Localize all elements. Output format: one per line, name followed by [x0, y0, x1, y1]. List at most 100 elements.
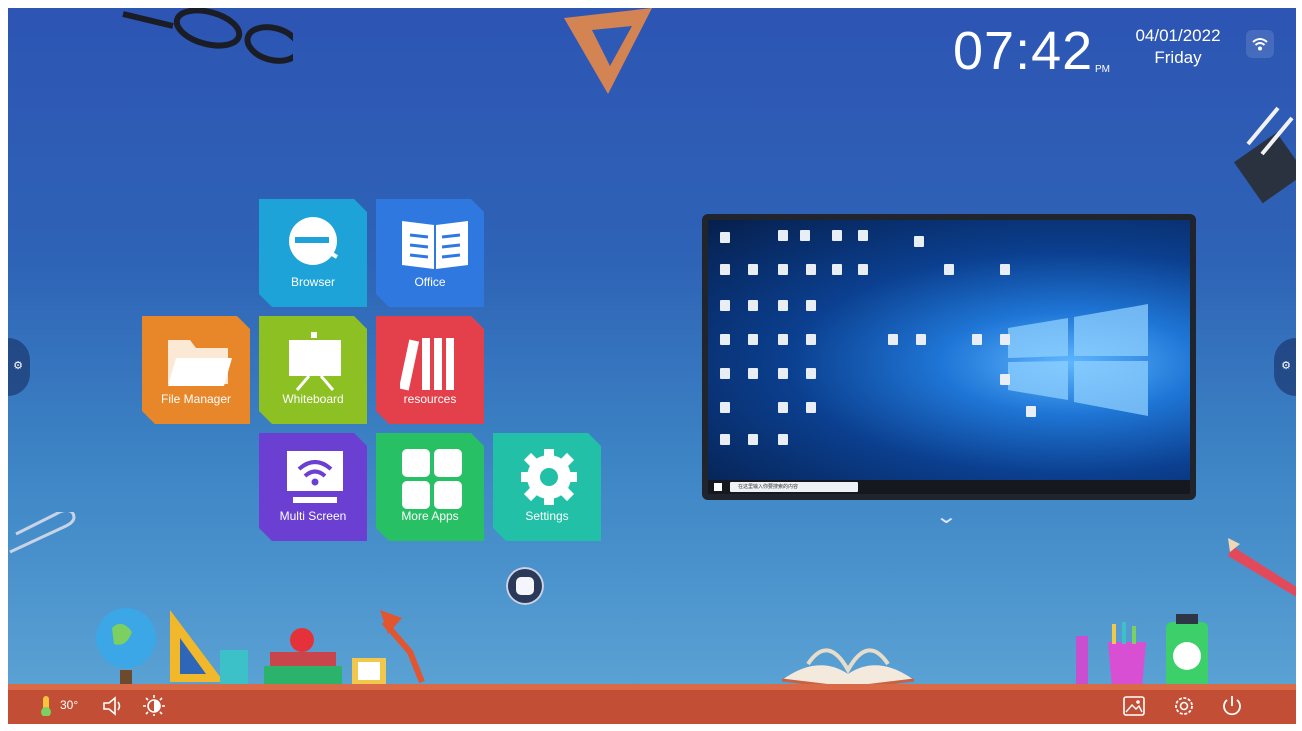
- pc-preview-window[interactable]: 在这里输入你要搜索的内容: [702, 214, 1196, 500]
- app-label: Office: [414, 275, 446, 289]
- folder-icon: [168, 340, 232, 386]
- app-label: Browser: [290, 275, 335, 289]
- desktop-icon: [858, 230, 868, 241]
- desktop-icon: [944, 264, 954, 275]
- app-tile-office[interactable]: Office: [376, 199, 484, 307]
- date-text: 04/01/2022: [1135, 26, 1221, 45]
- windows-start-icon: [714, 483, 722, 491]
- desktop-icon: [720, 434, 730, 445]
- desktop-icon: [832, 230, 842, 241]
- books-icon: [400, 338, 454, 391]
- pc-desktop-thumbnail: [708, 220, 1190, 480]
- desktop-icon: [748, 434, 758, 445]
- app-label: Multi Screen: [279, 509, 347, 523]
- desktop-icon: [972, 334, 982, 345]
- volume-icon[interactable]: [100, 694, 124, 716]
- clock: 07:42 PM: [953, 20, 1110, 82]
- paperclip-icon: [9, 512, 76, 554]
- wallpaper-icon[interactable]: [1122, 694, 1146, 716]
- desktop-icon: [800, 230, 810, 241]
- open-book-icon: [781, 648, 915, 688]
- windows-logo: [1008, 304, 1148, 416]
- home-button[interactable]: [506, 567, 544, 605]
- glasses-icon: [122, 8, 293, 64]
- desktop-icon: [914, 236, 924, 247]
- pc-taskbar: 在这里输入你要搜索的内容: [708, 480, 1190, 494]
- desktop-icon: [720, 334, 730, 345]
- thermometer-icon: [41, 696, 51, 716]
- shelf-edge: [8, 684, 1296, 690]
- desktop-icon: [806, 334, 816, 345]
- chevron-down-icon[interactable]: ⌄: [935, 504, 958, 529]
- app-label: More Apps: [401, 509, 459, 523]
- wifi-icon[interactable]: [1246, 30, 1274, 58]
- desktop-icon: [720, 402, 730, 413]
- weekday-text: Friday: [1154, 48, 1202, 67]
- desktop-icon: [748, 264, 758, 275]
- desktop-icon: [832, 264, 842, 275]
- app-tile-file-manager[interactable]: File Manager: [142, 316, 250, 424]
- right-side-toolbar-tab[interactable]: ⚙: [1274, 338, 1296, 396]
- pencil-icon: [1228, 538, 1296, 597]
- desktop-icon: [806, 300, 816, 311]
- browser-icon: [289, 217, 339, 265]
- gear-icon: ⚙: [1281, 360, 1291, 372]
- app-label: Whiteboard: [282, 392, 344, 406]
- app-tile-whiteboard[interactable]: Whiteboard: [259, 316, 367, 424]
- app-tile-browser[interactable]: Browser: [259, 199, 367, 307]
- right-desk-items: [1076, 614, 1208, 688]
- desktop-icon: [806, 368, 816, 379]
- desktop-icon: [778, 402, 788, 413]
- app-label: File Manager: [160, 392, 232, 406]
- gear-icon: [521, 449, 577, 505]
- desktop-icon: [720, 300, 730, 311]
- app-tile-resources[interactable]: resources: [376, 316, 484, 424]
- desktop-icon: [778, 334, 788, 345]
- app-tile-settings[interactable]: Settings: [493, 433, 601, 541]
- home-square-icon: [516, 577, 534, 595]
- bottom-status-bar: 30°: [8, 684, 1296, 724]
- cast-icon: [287, 451, 343, 503]
- app-tile-more-apps[interactable]: More Apps: [376, 433, 484, 541]
- power-icon[interactable]: [1220, 694, 1244, 716]
- settings-gear-icon[interactable]: [1172, 694, 1196, 716]
- app-tile-multi-screen[interactable]: Multi Screen: [259, 433, 367, 541]
- desktop-icon: [778, 434, 788, 445]
- desktop-icon: [806, 264, 816, 275]
- desktop-icon: [858, 264, 868, 275]
- desktop-icon: [778, 300, 788, 311]
- desktop-icon: [748, 368, 758, 379]
- desktop-icon: [1000, 374, 1010, 385]
- desk-decorations: [96, 608, 425, 684]
- date-display: 04/01/2022 Friday: [1126, 26, 1230, 68]
- brightness-icon[interactable]: [142, 694, 166, 716]
- app-label: resources: [403, 392, 457, 406]
- grid-icon: [402, 449, 462, 509]
- desktop-icon: [806, 402, 816, 413]
- desktop-icon: [888, 334, 898, 345]
- pc-search-box: 在这里输入你要搜索的内容: [730, 482, 858, 492]
- launcher-screen: 07:42 PM 04/01/2022 Friday Browser Offic…: [8, 8, 1296, 724]
- desktop-icon: [1026, 406, 1036, 417]
- binder-clip-icon: [1234, 106, 1296, 204]
- desktop-icon: [1000, 334, 1010, 345]
- desktop-icon: [778, 230, 788, 241]
- desktop-icon: [748, 300, 758, 311]
- desktop-icon: [720, 232, 730, 243]
- easel-icon: [289, 332, 341, 391]
- book-icon: [402, 221, 468, 269]
- gear-icon: ⚙: [13, 360, 23, 372]
- desktop-icon: [720, 264, 730, 275]
- desktop-icon: [778, 264, 788, 275]
- triangle-ruler-icon: [564, 8, 652, 94]
- temperature-text: 30°: [60, 698, 79, 712]
- clock-ampm: PM: [1095, 64, 1110, 75]
- app-label: Settings: [525, 509, 569, 523]
- desktop-icon: [1000, 264, 1010, 275]
- clock-time: 07:42: [953, 21, 1094, 81]
- desktop-icon: [748, 334, 758, 345]
- desktop-icon: [916, 334, 926, 345]
- left-side-toolbar-tab[interactable]: ⚙: [8, 338, 30, 396]
- desktop-icon: [720, 368, 730, 379]
- desktop-icon: [778, 368, 788, 379]
